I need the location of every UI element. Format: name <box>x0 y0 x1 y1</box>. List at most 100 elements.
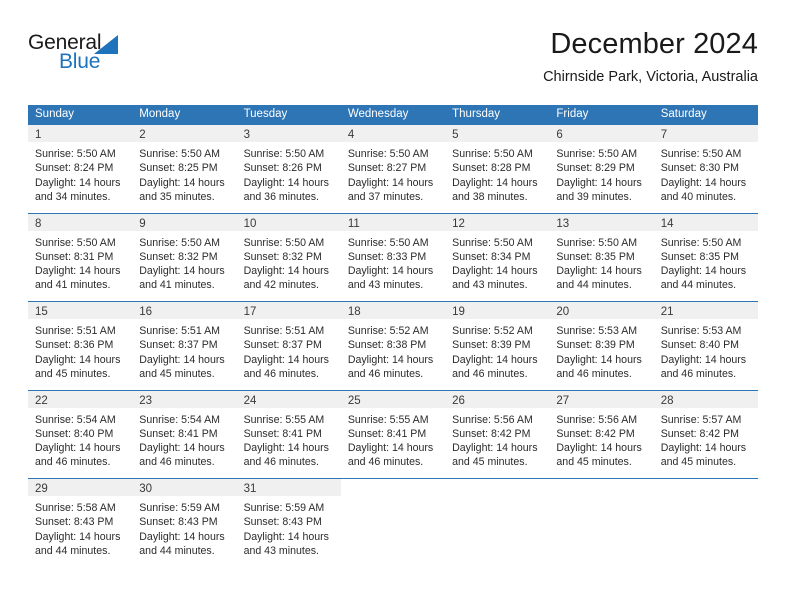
day-number-band: 6 <box>549 125 654 142</box>
day-number-band: 8 <box>28 213 133 231</box>
day-number-band: 3 <box>236 125 341 142</box>
daylight-text-line1: Daylight: 14 hours <box>452 442 538 455</box>
day-cell[interactable]: 30 Sunrise: 5:59 AM Sunset: 8:43 PM Dayligh… <box>132 479 237 568</box>
sunset-text: Sunset: 8:41 PM <box>139 427 218 440</box>
day-number-band: 4 <box>340 125 446 142</box>
day-cell[interactable]: 13 Sunrise: 5:50 AM Sunset: 8:35 PM Dayligh… <box>549 213 654 301</box>
day-number: 29 <box>35 483 48 495</box>
day-cell[interactable]: 14 Sunrise: 5:50 AM Sunset: 8:35 PM Dayligh… <box>653 213 758 301</box>
day-number-band: 28 <box>653 390 758 408</box>
day-cell[interactable]: 21 Sunrise: 5:53 AM Sunset: 8:40 PM Dayligh… <box>653 302 758 390</box>
daylight-text-line1: Daylight: 14 hours <box>556 442 642 455</box>
daylight-text-line1: Daylight: 14 hours <box>452 265 538 278</box>
daylight-text-line2: and 45 minutes. <box>139 367 215 380</box>
day-info: Sunrise: 5:53 AM Sunset: 8:40 PM Daylight:… <box>654 319 758 381</box>
daylight-text-line2: and 39 minutes. <box>556 190 632 203</box>
day-info: Sunrise: 5:52 AM Sunset: 8:39 PM Daylight:… <box>445 319 549 381</box>
sunset-text: Sunset: 8:43 PM <box>139 516 218 529</box>
day-number-band: 17 <box>236 302 341 319</box>
day-cell[interactable]: 29 Sunrise: 5:58 AM Sunset: 8:43 PM Dayligh… <box>28 479 133 568</box>
day-cell[interactable]: 25 Sunrise: 5:55 AM Sunset: 8:41 PM Dayligh… <box>340 390 446 478</box>
daylight-text-line1: Daylight: 14 hours <box>35 353 121 366</box>
sunset-text: Sunset: 8:34 PM <box>452 250 531 263</box>
general-blue-logo[interactable]: General Blue <box>28 32 148 84</box>
day-number: 15 <box>35 306 48 318</box>
day-cell[interactable]: 10 Sunrise: 5:50 AM Sunset: 8:32 PM Dayligh… <box>236 213 341 301</box>
sunrise-text: Sunrise: 5:52 AM <box>347 325 429 337</box>
day-cell[interactable]: 24 Sunrise: 5:55 AM Sunset: 8:41 PM Dayligh… <box>236 390 341 478</box>
day-number: 23 <box>139 394 153 407</box>
day-cell[interactable]: 6 Sunrise: 5:50 AM Sunset: 8:29 PM Daylight… <box>549 125 654 213</box>
sunrise-text: Sunrise: 5:50 AM <box>139 236 220 249</box>
sunrise-text: Sunrise: 5:59 AM <box>243 502 325 514</box>
day-number-band: 22 <box>28 390 133 408</box>
day-cell[interactable]: 18 Sunrise: 5:52 AM Sunset: 8:38 PM Dayligh… <box>340 302 446 390</box>
day-info: Sunrise: 5:50 AM Sunset: 8:32 PM Daylight:… <box>237 231 341 293</box>
day-info: Sunrise: 5:57 AM Sunset: 8:42 PM Daylight:… <box>654 408 758 470</box>
day-cell[interactable]: 5 Sunrise: 5:50 AM Sunset: 8:28 PM Daylight… <box>445 125 550 213</box>
day-number: 11 <box>347 217 360 230</box>
daylight-text-line2: and 41 minutes. <box>139 279 215 292</box>
day-cell[interactable]: 9 Sunrise: 5:50 AM Sunset: 8:32 PM Daylight… <box>132 213 237 301</box>
day-info: Sunrise: 5:50 AM Sunset: 8:28 PM Daylight:… <box>445 142 549 204</box>
day-cell[interactable]: 1 Sunrise: 5:50 AM Sunset: 8:24 PM Daylight… <box>28 125 133 213</box>
sunrise-text: Sunrise: 5:50 AM <box>347 236 429 249</box>
day-cell[interactable]: 19 Sunrise: 5:52 AM Sunset: 8:39 PM Dayligh… <box>445 302 550 390</box>
day-cell[interactable]: 22 Sunrise: 5:54 AM Sunset: 8:40 PM Dayligh… <box>28 390 133 478</box>
day-number-band: 11 <box>340 213 446 231</box>
daylight-text-line2: and 40 minutes. <box>660 190 737 203</box>
daylight-text-line2: and 35 minutes. <box>139 190 215 203</box>
day-cell[interactable]: 3 Sunrise: 5:50 AM Sunset: 8:26 PM Daylight… <box>236 125 341 213</box>
day-cell[interactable]: 31 Sunrise: 5:59 AM Sunset: 8:43 PM Dayligh… <box>236 479 341 568</box>
sunrise-text: Sunrise: 5:52 AM <box>452 325 533 337</box>
daylight-text-line1: Daylight: 14 hours <box>347 442 434 455</box>
sunrise-text: Sunrise: 5:50 AM <box>35 148 116 160</box>
day-cell[interactable]: 15 Sunrise: 5:51 AM Sunset: 8:36 PM Dayligh… <box>28 302 133 390</box>
day-cell[interactable]: 8 Sunrise: 5:50 AM Sunset: 8:31 PM Daylight… <box>28 213 133 301</box>
sunset-text: Sunset: 8:38 PM <box>347 339 427 352</box>
day-cell[interactable]: 7 Sunrise: 5:50 AM Sunset: 8:30 PM Daylight… <box>653 125 758 213</box>
day-cell[interactable]: 4 Sunrise: 5:50 AM Sunset: 8:27 PM Daylight… <box>340 125 446 213</box>
day-number-band <box>549 479 654 496</box>
day-info: Sunrise: 5:59 AM Sunset: 8:43 PM Daylight:… <box>237 496 341 558</box>
day-cell[interactable]: 26 Sunrise: 5:56 AM Sunset: 8:42 PM Dayligh… <box>445 390 550 478</box>
day-info: Sunrise: 5:53 AM Sunset: 8:39 PM Daylight:… <box>549 319 653 381</box>
weekday-header-wednesday: Wednesday <box>347 108 409 120</box>
day-cell-empty <box>653 479 758 568</box>
day-info: Sunrise: 5:56 AM Sunset: 8:42 PM Daylight:… <box>445 408 549 470</box>
sunrise-text: Sunrise: 5:51 AM <box>243 325 325 337</box>
sunset-text: Sunset: 8:36 PM <box>35 339 114 352</box>
day-cell[interactable]: 11 Sunrise: 5:50 AM Sunset: 8:33 PM Dayligh… <box>340 213 446 301</box>
day-info: Sunrise: 5:50 AM Sunset: 8:26 PM Daylight:… <box>237 142 341 204</box>
sunrise-text: Sunrise: 5:54 AM <box>35 413 116 426</box>
day-cell[interactable]: 23 Sunrise: 5:54 AM Sunset: 8:41 PM Dayligh… <box>132 390 237 478</box>
daylight-text-line1: Daylight: 14 hours <box>139 442 225 455</box>
title-block: December 2024 Chirnside Park, Victoria, … <box>543 26 758 88</box>
sunset-text: Sunset: 8:24 PM <box>35 162 114 175</box>
sunset-text: Sunset: 8:43 PM <box>35 516 114 529</box>
day-info: Sunrise: 5:55 AM Sunset: 8:41 PM Daylight:… <box>237 408 341 470</box>
calendar-week-row: 1 Sunrise: 5:50 AM Sunset: 8:24 PM Daylight… <box>28 124 758 213</box>
day-number-band: 15 <box>28 302 133 319</box>
sunset-text: Sunset: 8:32 PM <box>243 250 322 263</box>
day-info: Sunrise: 5:58 AM Sunset: 8:43 PM Daylight:… <box>28 496 132 558</box>
daylight-text-line1: Daylight: 14 hours <box>139 176 225 189</box>
day-info: Sunrise: 5:59 AM Sunset: 8:43 PM Daylight:… <box>132 496 236 558</box>
sunset-text: Sunset: 8:37 PM <box>139 339 218 352</box>
daylight-text-line2: and 46 minutes. <box>243 367 319 380</box>
day-number-band: 25 <box>340 390 446 408</box>
day-number: 24 <box>243 394 257 407</box>
day-cell-empty <box>340 479 446 568</box>
day-cell[interactable]: 27 Sunrise: 5:56 AM Sunset: 8:42 PM Dayligh… <box>549 390 654 478</box>
daylight-text-line2: and 46 minutes. <box>243 456 319 469</box>
sunset-text: Sunset: 8:39 PM <box>556 339 635 352</box>
day-cell-empty <box>445 479 550 568</box>
day-cell[interactable]: 17 Sunrise: 5:51 AM Sunset: 8:37 PM Dayligh… <box>236 302 341 390</box>
day-cell[interactable]: 28 Sunrise: 5:57 AM Sunset: 8:42 PM Dayligh… <box>653 390 758 478</box>
day-cell[interactable]: 16 Sunrise: 5:51 AM Sunset: 8:37 PM Dayligh… <box>132 302 237 390</box>
day-cell[interactable]: 20 Sunrise: 5:53 AM Sunset: 8:39 PM Dayligh… <box>549 302 654 390</box>
day-cell[interactable]: 12 Sunrise: 5:50 AM Sunset: 8:34 PM Dayligh… <box>445 213 550 301</box>
day-cell[interactable]: 2 Sunrise: 5:50 AM Sunset: 8:25 PM Daylight… <box>132 125 237 213</box>
sunrise-text: Sunrise: 5:50 AM <box>452 236 533 249</box>
page-title: December 2024 <box>550 28 758 60</box>
